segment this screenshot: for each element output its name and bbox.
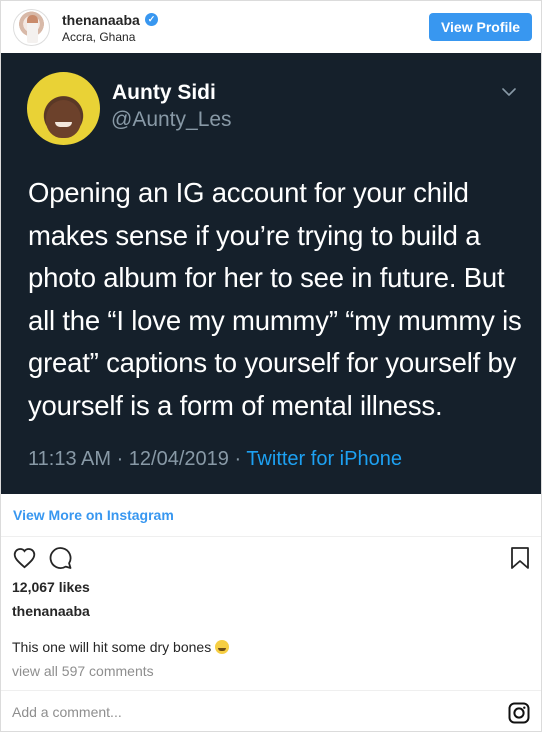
caption-text: This one will hit some dry bones xyxy=(12,639,212,655)
tweet-meta: 11:13 AM · 12/04/2019 · Twitter for iPho… xyxy=(28,448,402,471)
comment-divider xyxy=(1,690,541,691)
post-location[interactable]: Accra, Ghana xyxy=(62,30,135,44)
avatar-photo-figure xyxy=(27,15,38,43)
bookmark-icon[interactable] xyxy=(510,546,530,570)
add-comment-input[interactable]: Add a comment... xyxy=(12,704,122,720)
instagram-icon[interactable] xyxy=(507,701,531,725)
post-header: thenanaaba ✓ Accra, Ghana View Profile xyxy=(1,1,541,53)
comment-icon[interactable] xyxy=(48,546,73,570)
tweet-timestamp: 11:13 AM · 12/04/2019 · xyxy=(28,448,247,470)
post-image-tweet-screenshot[interactable]: Aunty Sidi @Aunty_Les Opening an IG acco… xyxy=(1,53,541,494)
tweet-author-name: Aunty Sidi xyxy=(112,81,216,104)
profile-avatar[interactable] xyxy=(13,9,50,46)
post-owner-username[interactable]: thenanaaba xyxy=(12,603,90,619)
tweet-source: Twitter for iPhone xyxy=(246,448,402,470)
view-profile-button[interactable]: View Profile xyxy=(429,13,532,41)
profile-username[interactable]: thenanaaba xyxy=(62,12,140,28)
section-divider xyxy=(1,536,541,537)
verified-badge-icon: ✓ xyxy=(145,13,158,26)
view-more-on-instagram-link[interactable]: View More on Instagram xyxy=(13,507,174,523)
tweet-author-avatar xyxy=(27,72,100,145)
heart-icon[interactable] xyxy=(12,546,37,570)
likes-count[interactable]: 12,067 likes xyxy=(12,579,90,595)
chevron-down-icon xyxy=(502,88,516,96)
post-caption: This one will hit some dry bones xyxy=(12,639,230,655)
face-with-tears-of-joy-emoji-icon xyxy=(215,640,230,654)
view-all-comments-link[interactable]: view all 597 comments xyxy=(12,663,154,679)
tweet-author-handle: @Aunty_Les xyxy=(111,108,232,131)
instagram-embed: thenanaaba ✓ Accra, Ghana View Profile A… xyxy=(0,0,542,732)
tweet-text: Opening an IG account for your child mak… xyxy=(28,177,522,421)
